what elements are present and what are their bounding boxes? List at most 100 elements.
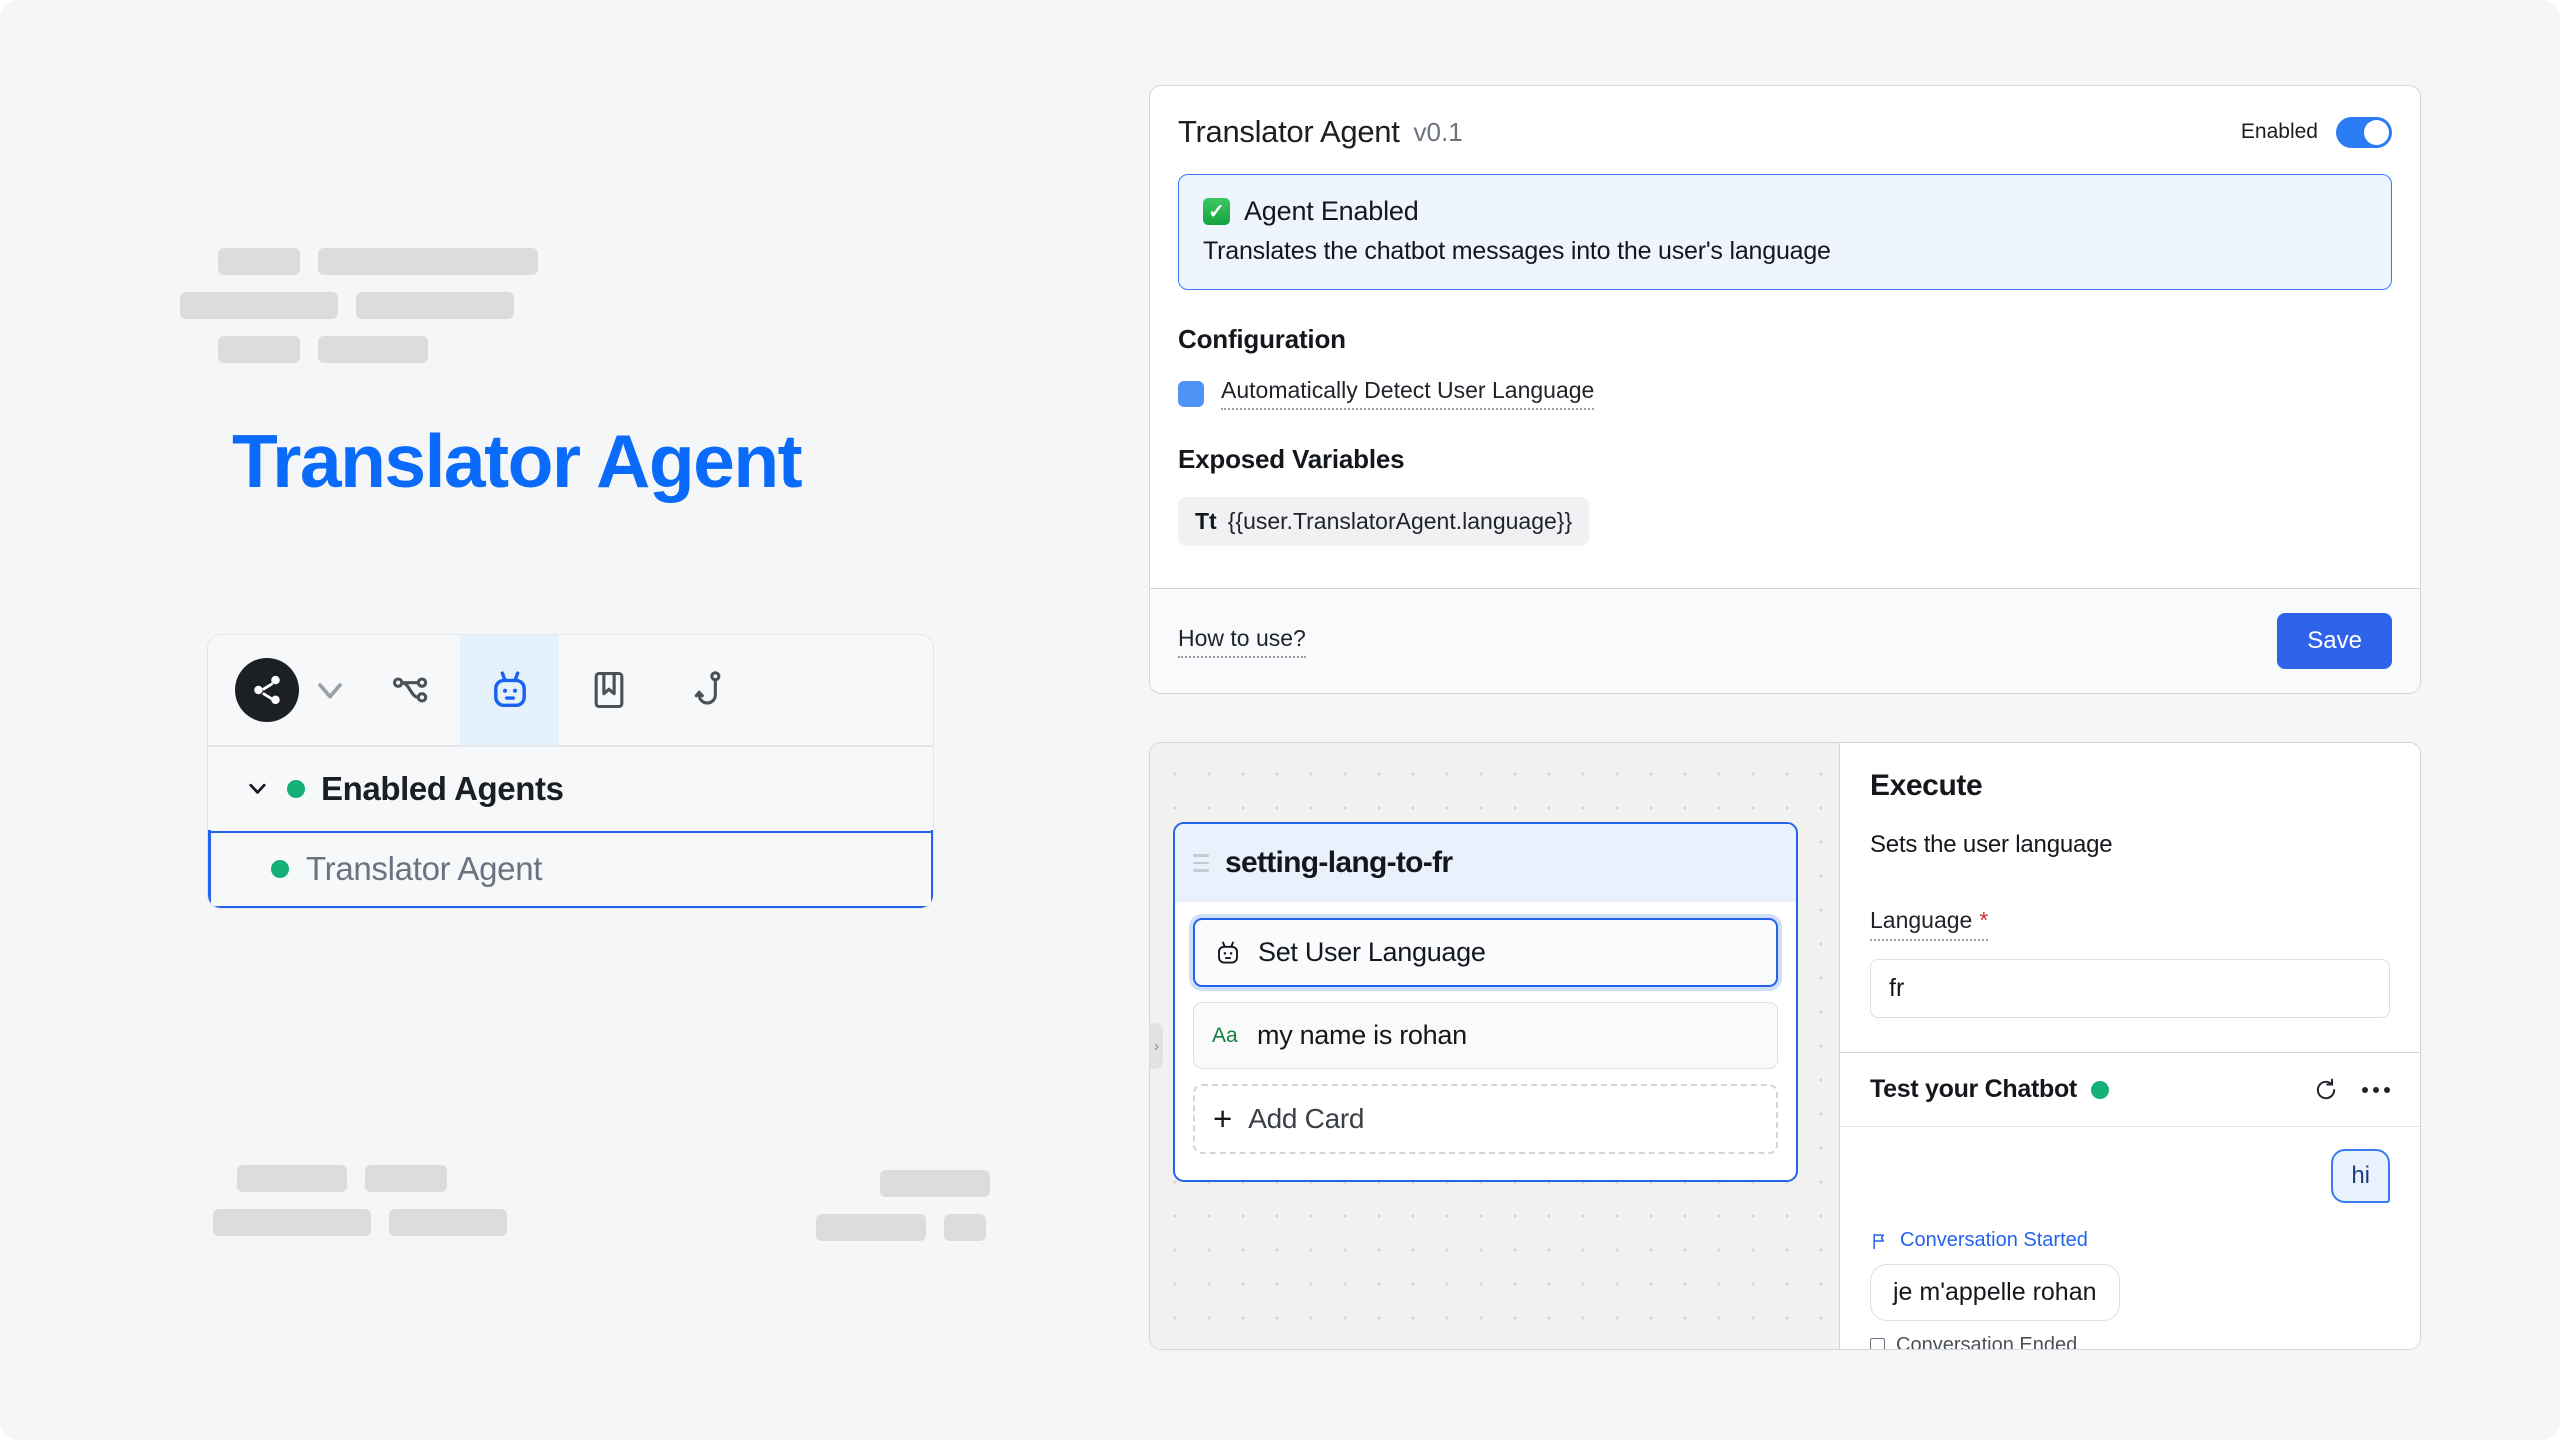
skeleton-row [213,1209,507,1236]
skeleton-bar [880,1170,990,1197]
text-type-icon: Tt [1195,508,1217,534]
chevron-down-icon[interactable] [299,670,361,710]
left-column: Translator Agent Enabled Agents Translat… [0,0,1140,1440]
chat-event-label: Conversation Started [1900,1229,2088,1251]
skeleton-row [880,1170,990,1197]
chat-message-user: hi [2331,1149,2390,1203]
skeleton-bar [213,1209,371,1236]
execute-title: Execute [1870,769,1983,802]
required-marker: * [1979,907,1989,933]
agents-panel: Enabled Agents Translator Agent [207,634,934,909]
plus-icon: + [1213,1100,1233,1138]
flow-node-label: Set User Language [1258,937,1486,967]
sidebar-item-hooks[interactable] [658,635,757,745]
share-icon[interactable] [235,658,299,722]
check-icon: ✓ [1203,198,1230,225]
page-title: Translator Agent [232,419,803,503]
flow-node-set-user-language[interactable]: Set User Language [1193,918,1778,987]
list-item-translator-agent[interactable]: Translator Agent [208,830,933,908]
banner-description: Translates the chatbot messages into the… [1203,237,1831,265]
skeleton-row [218,336,538,363]
text-aa-icon: Aa [1212,1023,1238,1047]
enable-toggle-group: Enabled [2240,116,2392,148]
flag-icon [1873,1233,1885,1249]
agent-enabled-toggle[interactable] [2336,116,2392,148]
toggle-knob [2364,119,2389,145]
agent-config-card: Translator Agent v0.1 Enabled ✓ Agent En… [1149,85,2421,694]
exposed-variable-chip[interactable]: Tt {{user.TranslatorAgent.language}} [1178,497,1590,546]
chevron-down-icon [249,783,266,794]
chat-transcript: hi Conversation Started je m'appelle roh… [1840,1127,2420,1350]
language-field-label: Language [1870,907,1973,933]
flow-panel: › setting-lang-to-fr Set User Language A… [1149,742,2421,1350]
enabled-label: Enabled [2240,120,2318,143]
test-chatbot-title: Test your Chatbot [1870,1075,2077,1103]
chat-event-label: Conversation Ended [1896,1334,2078,1350]
add-card-label: Add Card [1248,1103,1365,1134]
skeleton-bar [218,248,300,275]
drag-handle-icon[interactable] [1193,854,1209,872]
flow-node-label: my name is rohan [1257,1020,1467,1050]
refresh-icon[interactable] [2312,1076,2340,1104]
skeleton-row [180,292,538,319]
config-option-label: Automatically Detect User Language [1221,377,1595,410]
skeleton-bar [218,336,300,363]
status-dot [2090,1080,2109,1099]
skeleton-bar [318,248,538,275]
banner-title: Agent Enabled [1244,196,1419,226]
canvas-collapse-handle[interactable]: › [1150,1023,1163,1069]
config-card-footer: How to use? Save [1150,588,2420,693]
flow-canvas[interactable]: › setting-lang-to-fr Set User Language A… [1150,743,1840,1349]
language-input[interactable] [1870,959,2390,1018]
sidebar-item-agents[interactable] [460,635,559,745]
stop-square-icon [1870,1338,1885,1349]
variable-name: {{user.TranslatorAgent.language}} [1227,508,1573,534]
how-to-use-link[interactable]: How to use? [1178,625,1306,658]
execute-description: Sets the user language [1870,831,2113,858]
skeleton-bar [318,336,428,363]
agents-toolbar [208,635,933,745]
skeleton-bar [365,1165,447,1192]
execute-panel: Execute Sets the user language Language … [1840,743,2420,1053]
agent-enabled-banner: ✓ Agent Enabled Translates the chatbot m… [1178,174,2392,290]
section-title-exposed-variables: Exposed Variables [1178,444,1405,474]
config-version: v0.1 [1413,116,1463,147]
flow-card-header[interactable]: setting-lang-to-fr [1175,824,1796,902]
skeleton-bar [356,292,514,319]
flow-card-body: Set User Language Aa my name is rohan + … [1175,902,1796,1180]
skeleton-row [816,1214,990,1241]
flow-side-panel: Execute Sets the user language Language … [1840,743,2420,1349]
flow-card-setting-lang-to-fr[interactable]: setting-lang-to-fr Set User Language Aa … [1173,822,1798,1182]
flow-node-user-message[interactable]: Aa my name is rohan [1193,1002,1778,1069]
list-item-label: Translator Agent [306,850,543,887]
skeleton-placeholder-bottom-right [816,1170,990,1258]
sidebar-item-knowledge[interactable] [559,635,658,745]
chat-event-conversation-ended: Conversation Ended [1870,1334,2390,1350]
chat-header-actions [2312,1076,2390,1104]
flow-card-title: setting-lang-to-fr [1225,846,1453,879]
skeleton-bar [389,1209,507,1236]
add-card-button[interactable]: + Add Card [1193,1084,1778,1154]
status-dot [287,779,305,798]
config-card-header: Translator Agent v0.1 Enabled [1150,86,2420,158]
skeleton-placeholder-top [180,248,538,380]
skeleton-bar [180,292,338,319]
sidebar-item-flow[interactable] [361,635,460,745]
group-label: Enabled Agents [321,769,564,807]
config-option-auto-detect[interactable]: Automatically Detect User Language [1178,377,2392,410]
save-button[interactable]: Save [2277,613,2392,669]
checkbox-auto-detect[interactable] [1178,380,1204,407]
skeleton-bar [237,1165,347,1192]
more-options-icon[interactable] [2362,1086,2390,1093]
banner-title-row: ✓ Agent Enabled [1203,196,2367,227]
test-chatbot-panel: Test your Chatbot hi Conversation Starte… [1840,1053,2420,1350]
skeleton-placeholder-bottom-left [213,1165,507,1253]
app-window: Translator Agent Enabled Agents Translat… [0,0,2560,1440]
skeleton-bar [816,1214,926,1241]
robot-icon [1218,941,1238,963]
group-header-enabled-agents[interactable]: Enabled Agents [208,747,933,831]
chat-event-conversation-started: Conversation Started [1870,1229,2390,1252]
section-title-configuration: Configuration [1178,324,1346,354]
chat-message-bot: je m'appelle rohan [1870,1264,2120,1321]
skeleton-row [237,1165,507,1192]
